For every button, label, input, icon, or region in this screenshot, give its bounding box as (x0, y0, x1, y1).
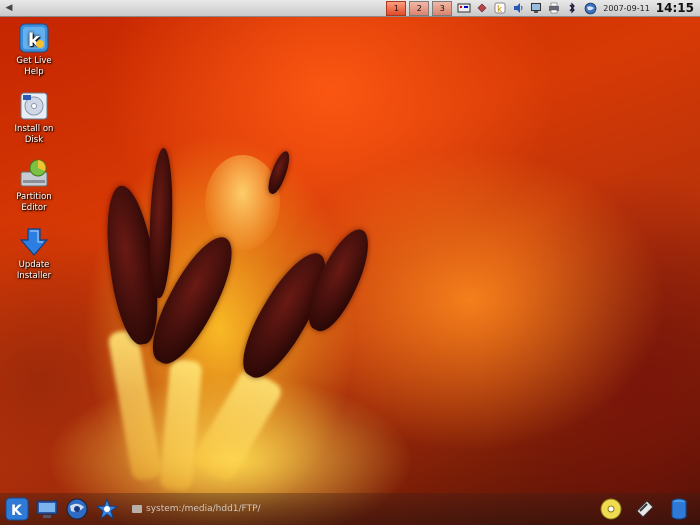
partition-editor-icon (18, 158, 50, 190)
bottom-panel: K system:/media/hdd1/FTP/ (0, 493, 700, 525)
desktop-icon-update-installer[interactable]: Update Installer (6, 226, 62, 282)
database-icon[interactable] (666, 496, 692, 522)
desktop[interactable]: ◀ 1 2 3 k 2007-09-11 14:15 k Get Live He… (0, 0, 700, 525)
svg-text:K: K (11, 503, 23, 519)
desktop-switch-3[interactable]: 3 (432, 0, 453, 16)
location-path-text: system:/media/hdd1/FTP/ (146, 504, 261, 514)
desktop-icon[interactable] (34, 496, 60, 522)
install-disk-icon (18, 90, 50, 122)
menu-arrow-icon[interactable]: ◀ (3, 2, 15, 14)
printer-icon[interactable] (547, 2, 561, 15)
desktop-switch-1[interactable]: 1 (386, 0, 407, 16)
clock-time[interactable]: 14:15 (656, 1, 694, 15)
volume-icon[interactable] (511, 2, 525, 15)
network-star-icon[interactable] (94, 496, 120, 522)
bluetooth-icon[interactable] (565, 2, 579, 15)
network-monitor-icon[interactable] (529, 2, 543, 15)
kde-menu-icon[interactable]: K (4, 496, 30, 522)
browser-globe-icon[interactable] (64, 496, 90, 522)
svg-text:k: k (497, 5, 503, 14)
desktop-switch-2[interactable]: 2 (409, 0, 430, 16)
desktop-icon-partition-editor[interactable]: Partition Editor (6, 158, 62, 214)
desktop-icon-label: Get Live Help (16, 56, 52, 77)
desktop-icon-label: Update Installer (16, 260, 52, 281)
top-panel: ◀ 1 2 3 k 2007-09-11 14:15 (0, 0, 700, 17)
desktop-icon-install-on-disk[interactable]: Install on Disk (6, 90, 62, 146)
keyboard-layout-icon[interactable] (457, 2, 471, 15)
folder-icon (132, 505, 142, 513)
storage-icon[interactable] (632, 496, 658, 522)
desktop-icon-label: Install on Disk (14, 124, 54, 145)
location-path[interactable]: system:/media/hdd1/FTP/ (132, 502, 261, 516)
cd-icon[interactable] (598, 496, 624, 522)
clock-date: 2007-09-11 (603, 3, 650, 13)
kde-icon[interactable]: k (493, 2, 507, 15)
desktop-icon-label: Partition Editor (16, 192, 52, 213)
clipboard-icon[interactable] (475, 2, 489, 15)
desktop-icon-get-live-help[interactable]: k Get Live Help (6, 22, 62, 78)
globe-icon[interactable] (583, 2, 597, 15)
update-arrow-icon (18, 226, 50, 258)
help-book-icon: k (18, 22, 50, 54)
